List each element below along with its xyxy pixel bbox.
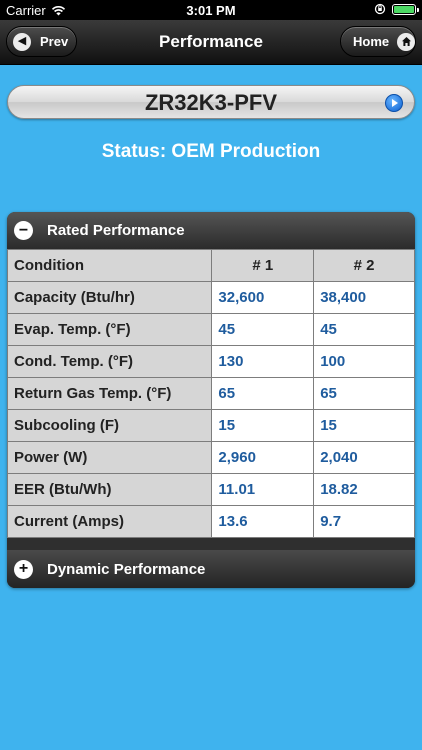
expand-icon: + xyxy=(14,559,33,579)
condition-label: Cond. Temp. (°F) xyxy=(7,345,213,378)
table-row: Power (W) 2,960 2,040 xyxy=(7,441,415,474)
value-col-1: 13.6 xyxy=(211,505,315,538)
orientation-lock-icon xyxy=(374,3,386,15)
status-bar: Carrier 3:01 PM xyxy=(0,0,422,20)
value-col-2: 38,400 xyxy=(313,281,415,314)
rated-performance-header[interactable]: − Rated Performance xyxy=(7,212,415,249)
condition-label: Evap. Temp. (°F) xyxy=(7,313,213,346)
value-col-2: 15 xyxy=(313,409,415,442)
value-col-2: 65 xyxy=(313,377,415,410)
condition-label: Power (W) xyxy=(7,441,213,474)
value-col-1: 11.01 xyxy=(211,473,315,506)
table-row: Evap. Temp. (°F) 45 45 xyxy=(7,313,415,346)
rated-performance-table: Condition # 1 # 2 Capacity (Btu/hr) 32,6… xyxy=(7,249,415,538)
value-col-2: 100 xyxy=(313,345,415,378)
table-row: Capacity (Btu/hr) 32,600 38,400 xyxy=(7,281,415,314)
model-selector[interactable]: ZR32K3-PFV xyxy=(7,85,415,119)
value-col-2: 2,040 xyxy=(313,441,415,474)
table-row: Current (Amps) 13.6 9.7 xyxy=(7,505,415,538)
condition-label: Current (Amps) xyxy=(7,505,213,538)
model-name: ZR32K3-PFV xyxy=(144,90,278,115)
status-bar-right xyxy=(374,3,419,15)
disclosure-arrow-icon[interactable] xyxy=(385,94,403,112)
home-button[interactable]: Home xyxy=(340,26,416,57)
table-header-row: Condition # 1 # 2 xyxy=(7,249,415,282)
table-row: EER (Btu/Wh) 11.01 18.82 xyxy=(7,473,415,506)
home-icon xyxy=(397,32,415,51)
value-col-1: 65 xyxy=(211,377,315,410)
condition-label: Return Gas Temp. (°F) xyxy=(7,377,213,410)
value-col-1: 32,600 xyxy=(211,281,315,314)
condition-label: Capacity (Btu/hr) xyxy=(7,281,213,314)
dynamic-performance-title: Dynamic Performance xyxy=(47,560,206,578)
value-col-2: 9.7 xyxy=(313,505,415,538)
table-row: Cond. Temp. (°F) 130 100 xyxy=(7,345,415,378)
header-col-2: # 2 xyxy=(313,249,415,282)
collapse-icon: − xyxy=(14,221,33,240)
value-col-1: 15 xyxy=(211,409,315,442)
value-col-2: 18.82 xyxy=(313,473,415,506)
condition-label: EER (Btu/Wh) xyxy=(7,473,213,506)
performance-panel: − Rated Performance Condition # 1 # 2 Ca… xyxy=(7,212,415,588)
value-col-1: 2,960 xyxy=(211,441,315,474)
dynamic-performance-header[interactable]: + Dynamic Performance xyxy=(7,550,415,588)
production-status: Status: OEM Production xyxy=(101,141,321,162)
header-col-1: # 1 xyxy=(211,249,315,282)
table-row: Subcooling (F) 15 15 xyxy=(7,409,415,442)
navigation-bar: ◀ Prev Performance Home xyxy=(0,20,422,65)
home-button-label: Home xyxy=(353,34,390,49)
condition-label: Subcooling (F) xyxy=(7,409,213,442)
value-col-1: 130 xyxy=(211,345,315,378)
value-col-1: 45 xyxy=(211,313,315,346)
battery-icon xyxy=(392,3,419,15)
rated-performance-title: Rated Performance xyxy=(47,222,185,239)
value-col-2: 45 xyxy=(313,313,415,346)
status-time: 3:01 PM xyxy=(186,3,236,18)
table-row: Return Gas Temp. (°F) 65 65 xyxy=(7,377,415,410)
header-condition: Condition xyxy=(7,249,213,282)
